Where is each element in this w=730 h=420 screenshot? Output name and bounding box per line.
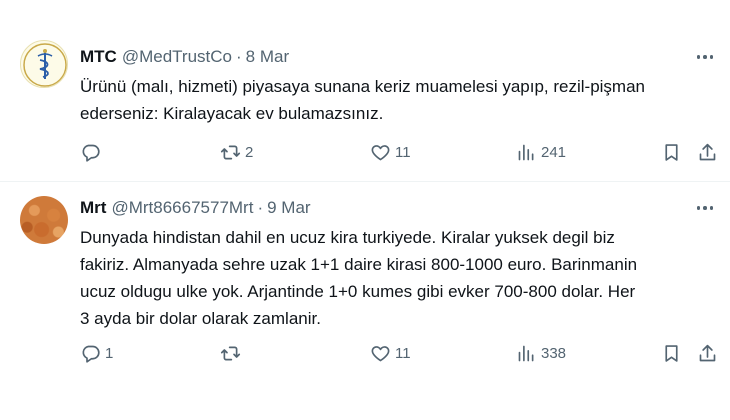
view-count: 338 (541, 344, 567, 362)
tweet-header: Mrt @Mrt86667577Mrt · 9 Mar (80, 196, 311, 220)
tweet-date[interactable]: 9 Mar (267, 198, 310, 218)
avatar[interactable] (20, 196, 68, 244)
reply-icon (82, 345, 100, 363)
tweet-date[interactable]: 8 Mar (246, 47, 289, 67)
reply-button[interactable]: 1 (80, 341, 113, 365)
share-button[interactable] (697, 140, 718, 164)
heart-icon (371, 144, 390, 160)
tweet[interactable]: Mrt @Mrt86667577Mrt · 9 Mar Dunyada hind… (0, 182, 730, 420)
heart-icon (371, 345, 390, 361)
repost-icon (220, 145, 241, 159)
repost-icon (220, 346, 241, 360)
tweet-text: Dunyada hindistan dahil en ucuz kira tur… (80, 228, 638, 328)
views-icon (518, 345, 534, 361)
tweet[interactable]: MTC @MedTrustCo · 8 Mar Ürünü (malı, hiz… (0, 0, 730, 182)
bookmark-icon (665, 344, 678, 362)
reply-icon (82, 144, 100, 162)
display-name[interactable]: MTC (80, 47, 117, 67)
more-icon[interactable] (694, 197, 716, 219)
views-button[interactable]: 338 (516, 341, 566, 365)
share-button[interactable] (697, 341, 718, 365)
like-count: 11 (395, 344, 411, 362)
reply-button[interactable] (80, 140, 105, 164)
tweet-header: MTC @MedTrustCo · 8 Mar (80, 45, 289, 69)
view-count: 241 (541, 143, 567, 161)
like-button[interactable]: 11 (370, 140, 411, 164)
tweet-actions: 1 11 338 (80, 341, 720, 365)
reply-count: 1 (105, 344, 114, 362)
separator: · (257, 198, 264, 217)
more-icon[interactable] (694, 46, 716, 68)
tweet-text: Ürünü (malı, hizmeti) piyasaya sunana ke… (80, 77, 645, 123)
user-handle[interactable]: @MedTrustCo (122, 47, 232, 67)
bookmark-icon (665, 143, 678, 161)
like-count: 11 (395, 143, 411, 161)
views-icon (518, 144, 534, 160)
medical-logo-icon (23, 43, 67, 87)
bookmark-button[interactable] (661, 341, 682, 365)
tweet-actions: 2 11 241 (80, 140, 720, 164)
repost-button[interactable]: 2 (220, 140, 253, 164)
repost-button[interactable] (220, 341, 245, 365)
repost-count: 2 (245, 143, 254, 161)
views-button[interactable]: 241 (516, 140, 566, 164)
share-icon (699, 143, 716, 160)
display-name[interactable]: Mrt (80, 198, 106, 218)
avatar[interactable] (20, 40, 68, 88)
separator: · (235, 47, 242, 66)
bookmark-button[interactable] (661, 140, 682, 164)
share-icon (699, 344, 716, 361)
like-button[interactable]: 11 (370, 341, 411, 365)
user-handle[interactable]: @Mrt86667577Mrt (111, 198, 253, 218)
